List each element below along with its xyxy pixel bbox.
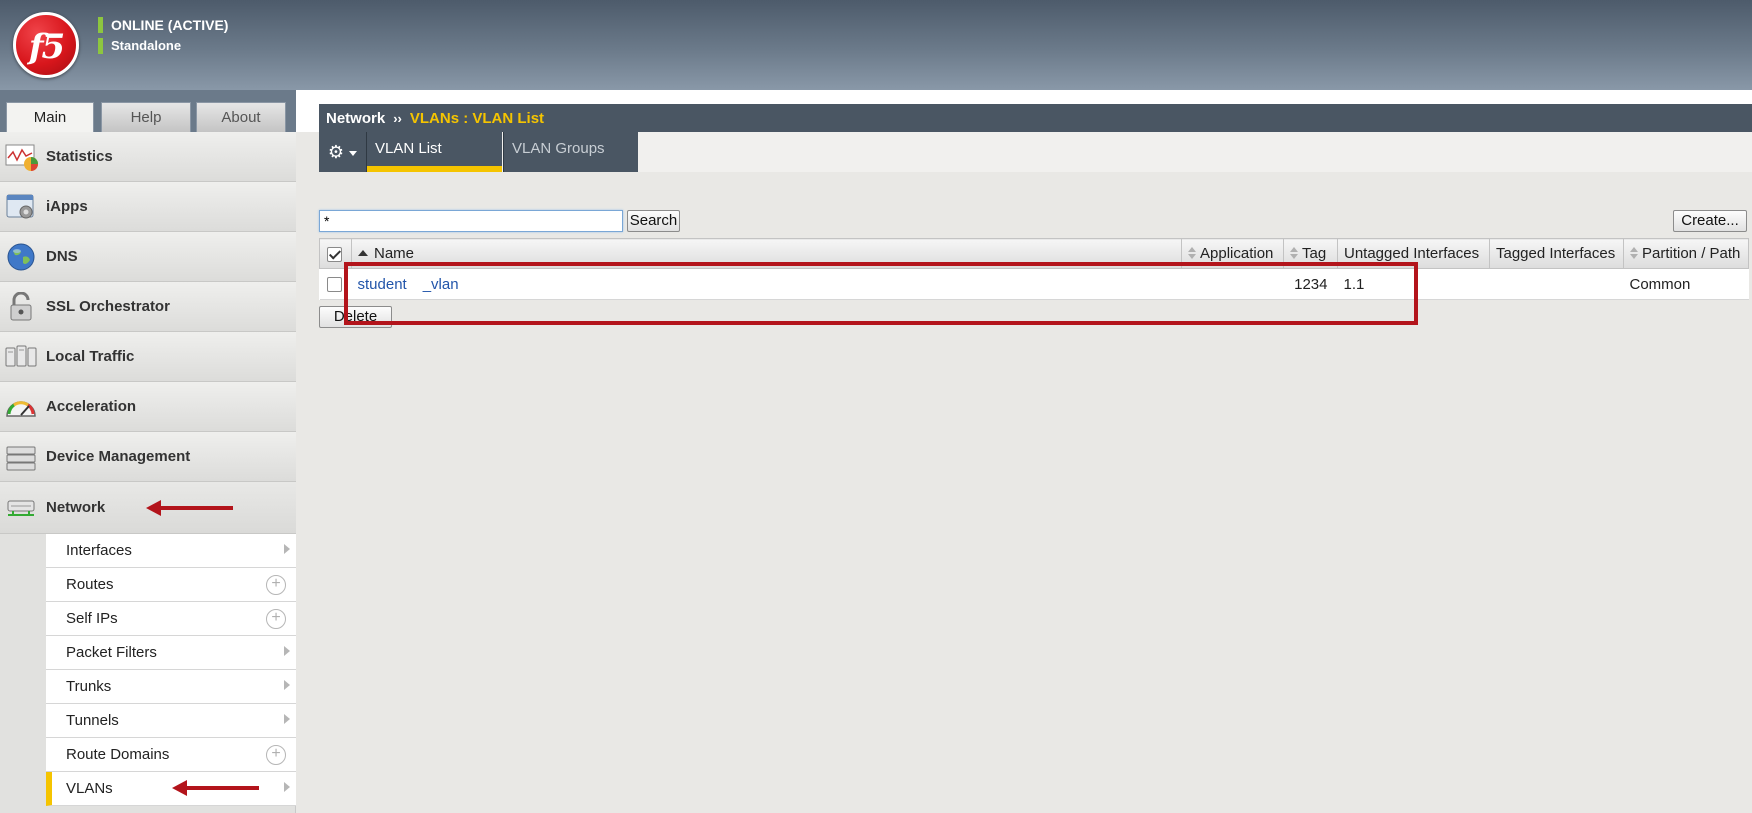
breadcrumb: Network ›› VLANs : VLAN List <box>319 104 1752 132</box>
search-input[interactable] <box>319 210 623 232</box>
col-name-label: Name <box>374 245 415 262</box>
tab-vlan-groups[interactable]: VLAN Groups <box>503 132 638 172</box>
gauge-icon <box>6 400 36 417</box>
tab-help[interactable]: Help <box>101 102 191 132</box>
top-banner: f5 ONLINE (ACTIVE) Standalone <box>0 0 1752 90</box>
sidebar-item-dns[interactable]: DNS <box>0 232 296 282</box>
row-tagged-cell <box>1489 268 1624 300</box>
plus-circle-icon[interactable]: + <box>266 575 286 595</box>
sidebar-subitem-interfaces[interactable]: Interfaces <box>46 534 296 568</box>
left-tab-strip: Main Help About <box>0 90 296 133</box>
sidebar: Statistics iApps DNS SSL Orchestrator Lo… <box>0 132 296 813</box>
network-submenu: Interfaces Routes + Self IPs + Packet Fi… <box>46 534 296 806</box>
chevron-right-icon[interactable] <box>284 646 290 656</box>
mode-indicator <box>98 37 103 54</box>
chevron-right-icon[interactable] <box>284 680 290 690</box>
col-tag-label: Tag <box>1302 245 1327 262</box>
subitem-label: Self IPs <box>66 610 118 627</box>
row-checkbox[interactable] <box>326 277 342 293</box>
sidebar-item-label: Device Management <box>46 448 191 465</box>
sidebar-item-label: Statistics <box>46 148 113 165</box>
f5-logo[interactable]: f5 <box>13 12 79 78</box>
statistics-icon <box>5 144 38 171</box>
sidebar-subitem-self-ips[interactable]: Self IPs + <box>46 602 296 636</box>
sidebar-item-label: iApps <box>46 198 88 215</box>
breadcrumb-current: VLANs : VLAN List <box>409 109 545 127</box>
subitem-label: Packet Filters <box>66 644 157 661</box>
logo-text: f5 <box>28 27 65 67</box>
create-button[interactable]: Create... <box>1673 210 1747 232</box>
plus-circle-icon[interactable]: + <box>266 609 286 629</box>
sort-icon <box>1290 247 1298 259</box>
subitem-label: Tunnels <box>66 712 119 729</box>
sidebar-subitem-tunnels[interactable]: Tunnels <box>46 704 296 738</box>
sidebar-item-statistics[interactable]: Statistics <box>0 132 296 182</box>
highlight-box <box>344 262 1418 325</box>
iapps-icon <box>6 194 34 218</box>
caret-down-icon <box>349 151 358 156</box>
chevron-right-icon[interactable] <box>284 782 290 792</box>
sidebar-subitem-route-domains[interactable]: Route Domains + <box>46 738 296 772</box>
status-line: ONLINE (ACTIVE) <box>98 14 228 35</box>
device-icon <box>6 446 36 470</box>
subitem-label: Route Domains <box>66 746 170 763</box>
mode-text: Standalone <box>111 38 182 53</box>
subitem-label: VLANs <box>66 780 113 797</box>
breadcrumb-separator: ›› <box>393 110 402 126</box>
col-untagged-label: Untagged Interfaces <box>1344 245 1480 262</box>
sidebar-item-label: Network <box>46 499 106 516</box>
subitem-label: Routes <box>66 576 114 593</box>
arrow-annotation-vlans <box>172 780 259 796</box>
chevron-right-icon[interactable] <box>284 544 290 554</box>
sidebar-item-label: SSL Orchestrator <box>46 298 170 315</box>
row-partition-cell: Common <box>1623 268 1749 300</box>
globe-icon <box>7 243 35 270</box>
tab-vlan-list[interactable]: VLAN List <box>367 132 502 172</box>
plus-circle-icon[interactable]: + <box>266 745 286 765</box>
select-all-checkbox[interactable] <box>327 246 342 262</box>
sidebar-item-label: DNS <box>46 248 78 265</box>
sidebar-item-iapps[interactable]: iApps <box>0 182 296 232</box>
status-text: ONLINE (ACTIVE) <box>111 16 229 33</box>
mode-line: Standalone <box>98 35 228 56</box>
breadcrumb-network[interactable]: Network <box>326 110 385 127</box>
col-application-label: Application <box>1200 245 1274 262</box>
device-status: ONLINE (ACTIVE) Standalone <box>98 14 228 56</box>
col-tagged-label: Tagged Interfaces <box>1496 245 1616 262</box>
tab-about[interactable]: About <box>196 102 286 132</box>
gear-icon: ⚙ <box>327 141 345 162</box>
sidebar-item-local-traffic[interactable]: Local Traffic <box>0 332 296 382</box>
sidebar-item-label: Acceleration <box>46 398 137 415</box>
status-indicator <box>98 16 103 33</box>
gear-menu-button[interactable]: ⚙ <box>319 132 367 172</box>
col-tagged-header: Tagged Interfaces <box>1489 238 1624 269</box>
sort-ascending-icon <box>358 250 368 256</box>
col-partition-label: Partition / Path <box>1642 245 1741 262</box>
sidebar-subitem-routes[interactable]: Routes + <box>46 568 296 602</box>
sidebar-subitem-packet-filters[interactable]: Packet Filters <box>46 636 296 670</box>
arrow-annotation-network <box>146 500 233 516</box>
sidebar-item-ssl-orchestrator[interactable]: SSL Orchestrator <box>0 282 296 332</box>
sort-icon <box>1188 247 1196 259</box>
sidebar-item-acceleration[interactable]: Acceleration <box>0 382 296 432</box>
sort-icon <box>1630 247 1638 259</box>
search-button[interactable]: Search <box>627 210 680 232</box>
col-partition-header[interactable]: Partition / Path <box>1623 238 1749 269</box>
network-icon <box>7 500 35 516</box>
subitem-label: Trunks <box>66 678 112 695</box>
sidebar-item-device-management[interactable]: Device Management <box>0 432 296 482</box>
sidebar-subitem-trunks[interactable]: Trunks <box>46 670 296 704</box>
tab-main[interactable]: Main <box>6 102 94 133</box>
main-content: ⚙ VLAN List VLAN Groups <box>296 132 1752 813</box>
subitem-label: Interfaces <box>66 542 132 559</box>
subtab-strip: ⚙ VLAN List VLAN Groups <box>319 132 1752 172</box>
chevron-right-icon[interactable] <box>284 714 290 724</box>
sidebar-item-label: Local Traffic <box>46 348 135 365</box>
local-traffic-icon <box>5 345 37 366</box>
lock-icon <box>10 291 32 320</box>
